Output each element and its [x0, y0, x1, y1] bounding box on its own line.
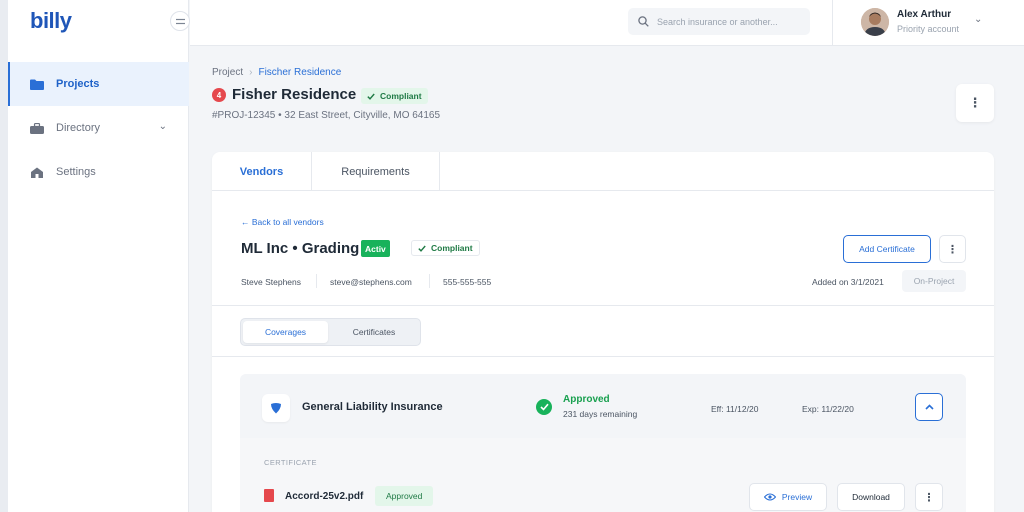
more-options-button[interactable]: ⋮	[956, 84, 994, 122]
sidebar-item-settings[interactable]: Settings	[8, 150, 189, 194]
sidebar: billy Projects Directory ⌄ Settings	[8, 0, 189, 512]
user-role: Priority account	[897, 24, 960, 34]
effective-date: Eff: 11/12/20	[711, 404, 759, 414]
add-certificate-button[interactable]: Add Certificate	[843, 235, 931, 263]
avatar[interactable]	[861, 8, 889, 36]
coverage-title: General Liability Insurance	[302, 401, 443, 413]
breadcrumb-project[interactable]: Project	[212, 67, 243, 78]
check-icon	[367, 93, 375, 100]
arrow-left-icon: ←	[241, 217, 250, 227]
coverage-status: Approved	[563, 394, 610, 405]
file-more-button[interactable]: ⋮	[915, 483, 943, 511]
kebab-icon: ⋮	[947, 243, 958, 256]
download-button[interactable]: Download	[837, 483, 905, 511]
kebab-icon: ⋮	[923, 491, 935, 504]
file-status-badge: Approved	[375, 486, 434, 506]
coverage-segmented-control: Coverages Certificates	[240, 318, 421, 346]
divider	[429, 274, 430, 288]
divider	[212, 356, 994, 357]
contact-phone: 555-555-555	[443, 277, 492, 287]
status-label: Compliant	[380, 91, 422, 101]
briefcase-icon	[30, 122, 44, 134]
preview-button[interactable]: Preview	[749, 483, 827, 511]
window-edge	[0, 0, 8, 512]
sidebar-item-label: Projects	[56, 78, 100, 90]
vendor-more-button[interactable]: ⋮	[939, 235, 966, 263]
vendor-card: Vendors Requirements ← Back to all vendo…	[212, 152, 994, 512]
settings-icon	[31, 167, 43, 178]
added-date: Added on 3/1/2021	[812, 277, 884, 287]
sidebar-item-label: Directory	[56, 122, 101, 134]
collapse-coverage-button[interactable]	[915, 393, 943, 421]
tab-requirements[interactable]: Requirements	[312, 152, 439, 191]
check-circle-icon	[536, 399, 552, 415]
breadcrumb: Project › Fischer Residence	[212, 67, 341, 78]
project-meta: #PROJ-12345 • 32 East Street, Cityville,…	[212, 110, 441, 121]
chevron-down-icon: ⌄	[158, 121, 167, 132]
kebab-icon: ⋮	[968, 95, 982, 110]
status-badge: Compliant	[361, 88, 428, 104]
check-icon	[418, 245, 426, 252]
folder-icon	[30, 79, 44, 90]
coverage-remaining: 231 days remaining	[563, 409, 638, 419]
divider	[316, 274, 317, 288]
subtab-coverages[interactable]: Coverages	[243, 321, 328, 343]
expiration-date: Exp: 11/22/20	[802, 404, 854, 414]
chevron-down-icon[interactable]: ⌄	[974, 14, 982, 25]
contact-email[interactable]: steve@stephens.com	[330, 277, 412, 287]
search-input[interactable]: Search insurance or another...	[628, 8, 810, 35]
on-project-badge: On-Project	[902, 270, 966, 292]
vendor-state-badge: Activ	[361, 240, 390, 257]
user-name[interactable]: Alex Arthur	[897, 9, 951, 20]
chevron-up-icon	[924, 404, 934, 410]
app-logo[interactable]: billy	[30, 8, 72, 34]
tab-bar: Vendors Requirements	[212, 152, 994, 191]
search-icon	[638, 16, 649, 27]
tab-vendors[interactable]: Vendors	[212, 152, 311, 191]
preview-label: Preview	[781, 492, 813, 502]
coverage-header[interactable]: General Liability Insurance Approved 231…	[240, 374, 966, 438]
contact-name: Steve Stephens	[241, 277, 302, 287]
status-label: Compliant	[431, 243, 473, 253]
top-header: Search insurance or another... Alex Arth…	[190, 0, 1024, 46]
sidebar-item-label: Settings	[56, 166, 96, 178]
coverage-panel: General Liability Insurance Approved 231…	[240, 374, 966, 512]
user-avatar-icon	[861, 8, 889, 36]
header-divider	[832, 0, 833, 46]
breadcrumb-current[interactable]: Fischer Residence	[258, 67, 341, 78]
back-to-vendors-link[interactable]: ← Back to all vendors	[241, 217, 324, 227]
page-title: Fisher Residence	[232, 86, 357, 103]
menu-icon	[175, 18, 185, 24]
certificate-file-name[interactable]: Accord-25v2.pdf	[285, 491, 363, 502]
search-placeholder: Search insurance or another...	[657, 16, 778, 27]
chevron-right-icon: ›	[249, 67, 253, 78]
certificate-section-label: CERTIFICATE	[264, 458, 317, 467]
back-link-label: Back to all vendors	[251, 217, 324, 227]
subtab-certificates[interactable]: Certificates	[330, 321, 418, 343]
sidebar-item-projects[interactable]: Projects	[8, 62, 189, 106]
alert-count-badge: 4	[212, 88, 226, 102]
vendor-title: ML Inc • Grading	[241, 240, 360, 257]
tab-divider	[439, 152, 440, 191]
pdf-file-icon	[264, 489, 274, 502]
eye-icon	[763, 493, 776, 501]
vendor-status-badge: Compliant	[411, 240, 480, 256]
divider	[212, 305, 994, 306]
sidebar-collapse-button[interactable]	[170, 11, 190, 31]
sidebar-item-directory[interactable]: Directory ⌄	[8, 106, 189, 150]
shield-icon	[262, 394, 290, 422]
